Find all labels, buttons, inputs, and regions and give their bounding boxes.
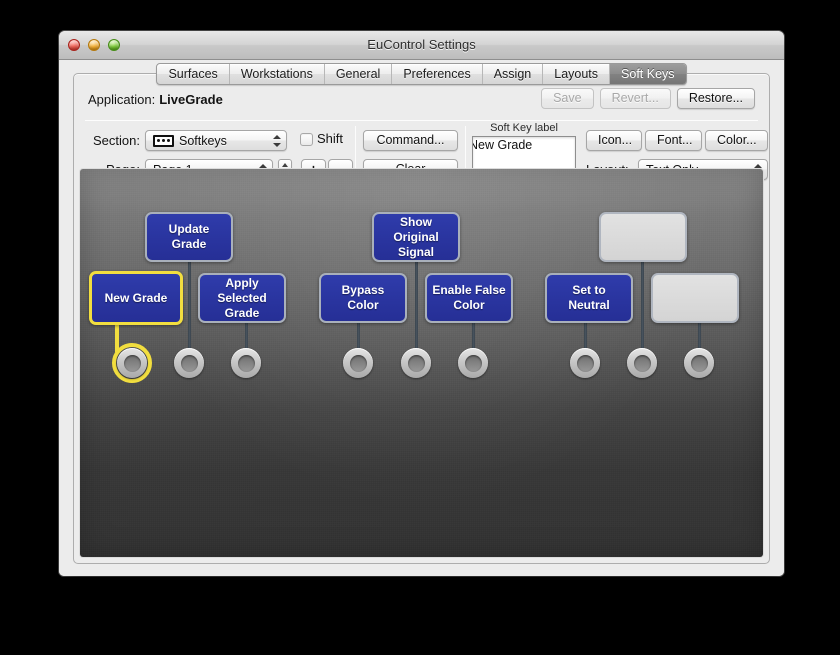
- softkey-enable-false-color[interactable]: Enable False Color: [425, 273, 513, 323]
- knob-8[interactable]: [627, 348, 657, 378]
- softkey-empty-7[interactable]: [599, 212, 687, 262]
- knob-5[interactable]: [401, 348, 431, 378]
- tab-general[interactable]: General: [325, 64, 393, 84]
- softkey-new-grade[interactable]: New Grade: [89, 271, 183, 325]
- shift-checkbox-row[interactable]: Shift: [300, 132, 343, 146]
- tab-workstations[interactable]: Workstations: [230, 64, 325, 84]
- knob-1[interactable]: [117, 348, 147, 378]
- tab-surfaces[interactable]: Surfaces: [157, 64, 230, 84]
- font-button[interactable]: Font...: [645, 130, 702, 151]
- command-button[interactable]: Command...: [363, 130, 458, 151]
- application-row: Application: LiveGrade: [88, 92, 223, 107]
- softkey-layer: Update Grade New Grade Apply Selected Grad…: [80, 169, 763, 557]
- section-popup[interactable]: Softkeys: [145, 130, 287, 151]
- tab-preferences[interactable]: Preferences: [392, 64, 483, 84]
- section-popup-value: Softkeys: [179, 133, 227, 148]
- knob-9[interactable]: [684, 348, 714, 378]
- softkey-surface: Update Grade New Grade Apply Selected Grad…: [80, 169, 763, 557]
- softkey-knob-connector: [188, 262, 191, 352]
- revert-button[interactable]: Revert...: [599, 88, 671, 109]
- softkeys-section-icon: [153, 134, 174, 147]
- softkey-set-to-neutral[interactable]: Set to Neutral: [545, 273, 633, 323]
- softkey-label-caption: Soft Key label: [490, 122, 558, 134]
- softkey-knob-connector: [415, 262, 418, 352]
- tab-assign[interactable]: Assign: [483, 64, 544, 84]
- restore-button[interactable]: Restore...: [676, 88, 755, 109]
- top-button-group: Save Revert... Restore...: [541, 88, 755, 109]
- knob-7[interactable]: [570, 348, 600, 378]
- softkey-label-value: New Grade: [472, 138, 533, 152]
- tab-layouts[interactable]: Layouts: [543, 64, 611, 84]
- application-label: Application:: [88, 92, 156, 107]
- save-button[interactable]: Save: [541, 88, 594, 109]
- shift-label: Shift: [317, 131, 344, 146]
- knob-4[interactable]: [343, 348, 373, 378]
- tab-bar: Surfaces Workstations General Preference…: [59, 63, 784, 85]
- screen: EuControl Settings Surfaces Workstations…: [0, 0, 840, 655]
- softkey-show-original-signal[interactable]: Show Original Signal: [372, 212, 460, 262]
- window-title: EuControl Settings: [367, 37, 476, 52]
- knob-2[interactable]: [174, 348, 204, 378]
- softkey-apply-selected-grade[interactable]: Apply Selected Grade: [198, 273, 286, 323]
- softkey-update-grade[interactable]: Update Grade: [145, 212, 233, 262]
- application-value: LiveGrade: [159, 92, 223, 107]
- knob-3[interactable]: [231, 348, 261, 378]
- softkey-empty-9[interactable]: [651, 273, 739, 323]
- tab-soft-keys[interactable]: Soft Keys: [610, 64, 686, 84]
- window-body: Surfaces Workstations General Preference…: [59, 60, 784, 576]
- tab-group: Surfaces Workstations General Preference…: [156, 63, 687, 85]
- toolbar-divider: [85, 120, 758, 121]
- softkey-knob-connector: [641, 262, 644, 352]
- section-label: Section:: [93, 133, 140, 148]
- eucontrol-settings-window: EuControl Settings Surfaces Workstations…: [59, 31, 784, 576]
- shift-checkbox[interactable]: [300, 132, 313, 146]
- chevron-updown-icon: [273, 134, 281, 148]
- softkey-bypass-color[interactable]: Bypass Color: [319, 273, 407, 323]
- soft-keys-panel: Application: LiveGrade Save Revert... Res…: [73, 73, 770, 564]
- window-titlebar[interactable]: EuControl Settings: [59, 31, 784, 60]
- color-button[interactable]: Color...: [705, 130, 768, 151]
- icon-button[interactable]: Icon...: [586, 130, 642, 151]
- knob-6[interactable]: [458, 348, 488, 378]
